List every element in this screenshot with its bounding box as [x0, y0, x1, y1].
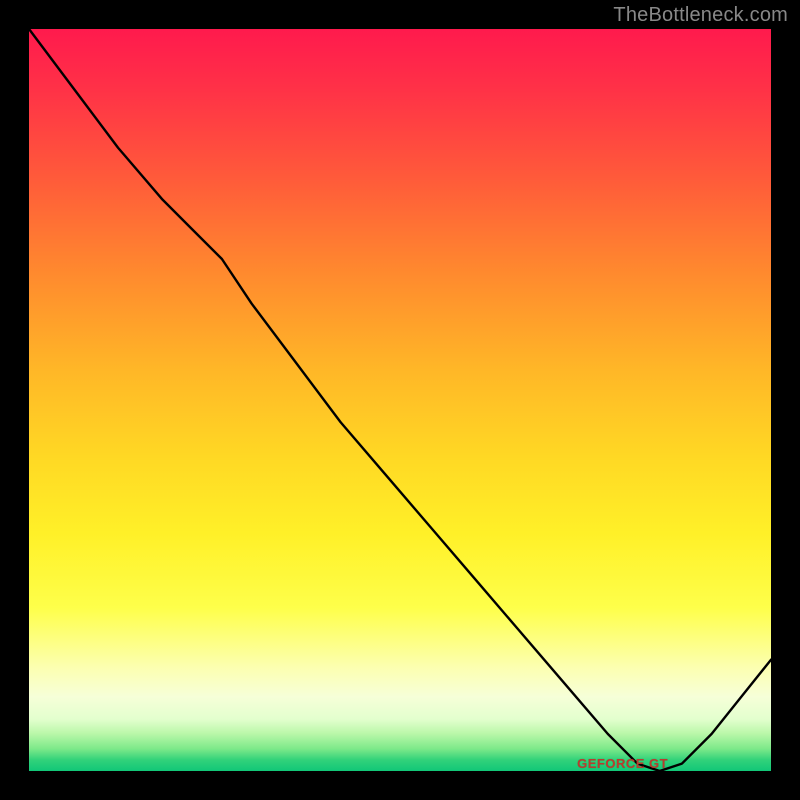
plot-area: GEFORCE GT	[29, 29, 771, 771]
chart-canvas: TheBottleneck.com GEFORCE GT	[0, 0, 800, 800]
attribution-text: TheBottleneck.com	[613, 4, 788, 27]
optimal-badge: GEFORCE GT	[577, 756, 668, 771]
bottleneck-curve	[29, 29, 771, 771]
